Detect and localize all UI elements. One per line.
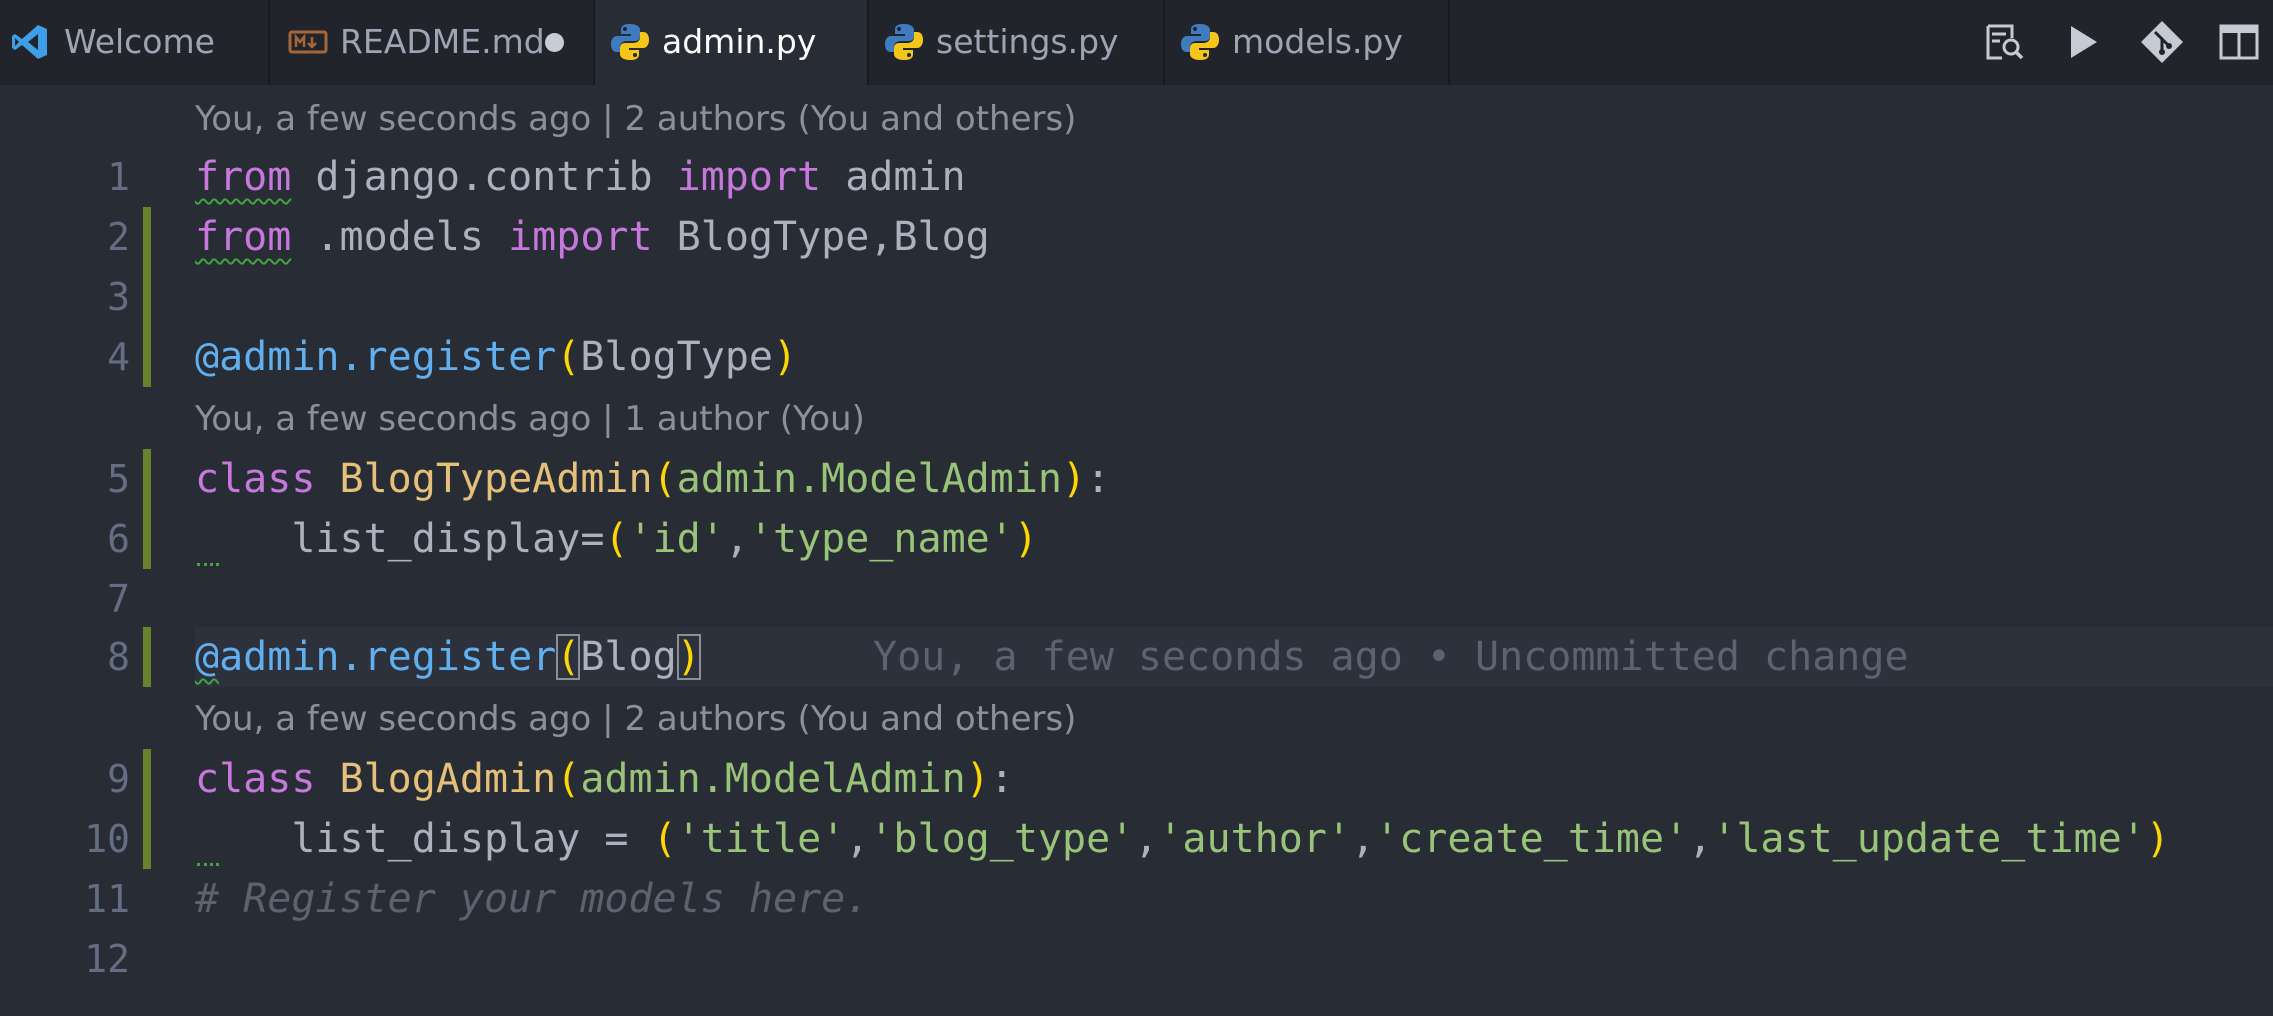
tab-settings-py[interactable]: settings.py	[869, 0, 1165, 85]
code-line-5[interactable]: class BlogTypeAdmin(admin.ModelAdmin):	[195, 449, 1110, 509]
line-number: 2	[107, 215, 130, 259]
tab-label: README.md	[340, 22, 545, 61]
codelens-blame[interactable]: You, a few seconds ago | 1 author (You)	[195, 392, 865, 446]
code-line-2[interactable]: from .models import BlogType,Blog	[195, 207, 990, 267]
line-number: 5	[107, 457, 130, 501]
tab-label: settings.py	[936, 22, 1119, 61]
code-line-9[interactable]: class BlogAdmin(admin.ModelAdmin):	[195, 749, 1014, 809]
line-number: 10	[84, 817, 130, 861]
bracket-match: )	[676, 634, 701, 680]
code-editor[interactable]: You, a few seconds ago | 2 authors (You …	[0, 85, 2273, 1016]
code-line-4[interactable]: @admin.register(BlogType)	[195, 327, 797, 387]
code-line-10[interactable]: list_display = ('title','blog_type','aut…	[195, 809, 2170, 869]
code-line-6[interactable]: list_display=('id','type_name')	[195, 509, 1038, 569]
editor-tab-bar: Welcome README.md admin.py settings.py m…	[0, 0, 2273, 85]
tab-label: Welcome	[64, 22, 215, 61]
codelens-blame[interactable]: You, a few seconds ago | 2 authors (You …	[195, 92, 1076, 146]
run-icon[interactable]	[2059, 18, 2107, 66]
git-compare-icon[interactable]	[2138, 18, 2186, 66]
unsaved-dot-icon[interactable]	[545, 33, 564, 52]
python-icon	[611, 24, 649, 60]
line-number: 8	[107, 635, 130, 679]
python-icon	[885, 24, 923, 60]
git-modified-bar[interactable]	[143, 207, 151, 387]
code-line-8[interactable]: @admin.register(Blog)	[195, 627, 701, 687]
tab-label: admin.py	[662, 22, 817, 61]
markdown-icon	[288, 30, 328, 54]
line-number: 4	[107, 335, 130, 379]
line-number: 1	[107, 155, 130, 199]
tab-label: models.py	[1232, 22, 1403, 61]
codelens-blame[interactable]: You, a few seconds ago | 2 authors (You …	[195, 692, 1076, 746]
line-number: 7	[107, 577, 130, 621]
code-line-11[interactable]: # Register your models here.	[195, 869, 869, 929]
inline-blame-annotation[interactable]: You, a few seconds ago • Uncommitted cha…	[873, 627, 1909, 687]
lint-warning-squiggle[interactable]	[197, 855, 219, 866]
split-editor-icon[interactable]	[2215, 18, 2263, 66]
git-modified-bar[interactable]	[143, 449, 151, 569]
vscode-icon	[12, 25, 47, 59]
line-number: 3	[107, 275, 130, 319]
code-line-1[interactable]: from django.contrib import admin	[195, 147, 966, 207]
tab-admin-py[interactable]: admin.py	[595, 0, 869, 85]
git-modified-bar[interactable]	[143, 627, 151, 687]
git-modified-bar[interactable]	[143, 749, 151, 869]
line-number: 12	[84, 937, 130, 981]
find-in-preview-icon[interactable]	[1980, 18, 2028, 66]
tab-readme[interactable]: README.md	[270, 0, 595, 85]
line-number: 9	[107, 757, 130, 801]
line-number: 6	[107, 517, 130, 561]
python-icon	[1181, 24, 1219, 60]
bracket-match: (	[556, 634, 581, 680]
lint-warning-squiggle[interactable]	[197, 555, 219, 566]
tab-models-py[interactable]: models.py	[1165, 0, 1450, 85]
tab-welcome[interactable]: Welcome	[0, 0, 270, 85]
line-number: 11	[84, 877, 130, 921]
